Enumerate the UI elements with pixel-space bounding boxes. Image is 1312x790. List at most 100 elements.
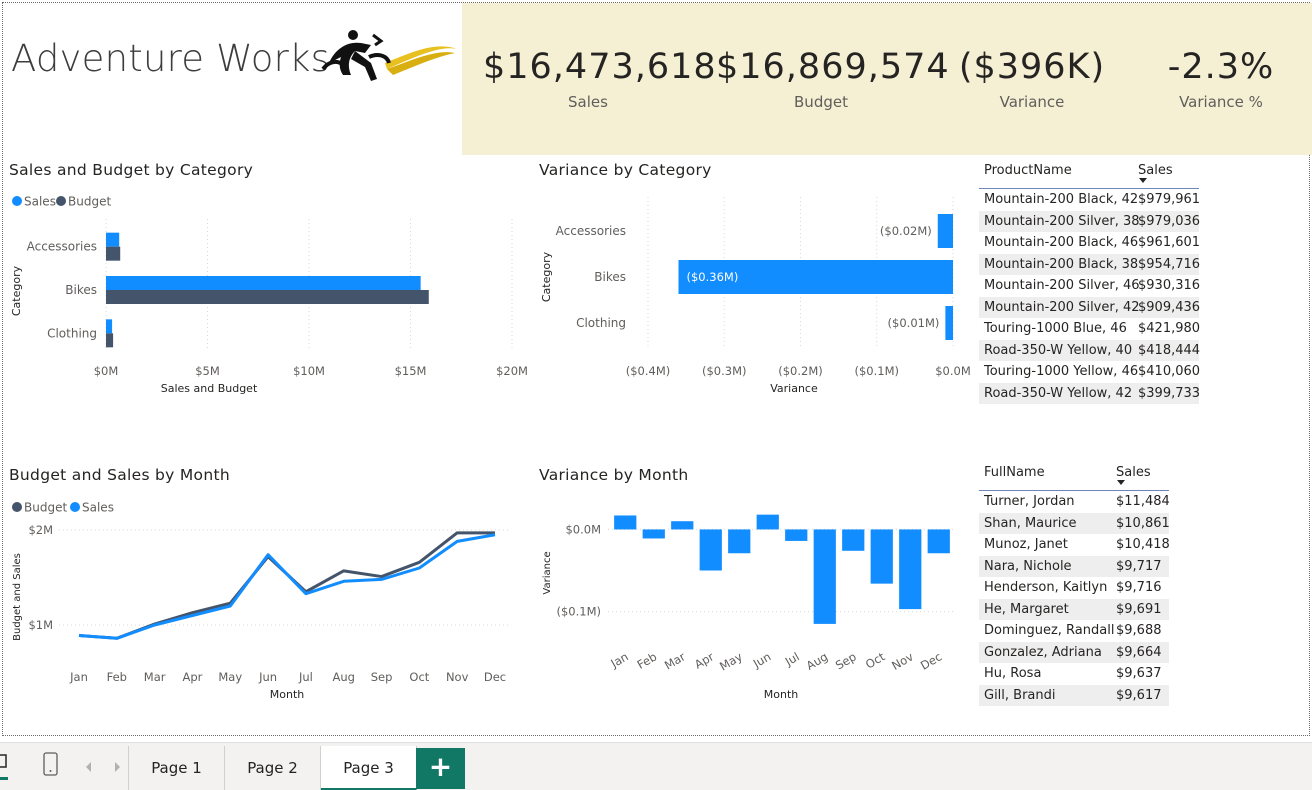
legend-label-sales: Sales [24,195,56,209]
table-row[interactable]: Gill, Brandi $9,617 [979,684,1169,706]
chart-budget-sales-by-month[interactable]: Budget Sales $1M $2M Budget and Sales Jan Feb M… [3,493,533,708]
table-row[interactable]: Turner, Jordan $11,484 [979,491,1170,513]
kpi-variance[interactable]: ($396K) Variance [927,47,1137,111]
x-tick-label: May [717,649,745,673]
table-row[interactable]: Dominguez, Randall $9,688 [979,620,1169,642]
page-navigation-bar: Page 1 Page 2 Page 3 + [0,742,1312,790]
table-row[interactable]: Mountain-200 Black, 46 $961,601 [979,232,1201,254]
table-row[interactable]: Road-350-W Yellow, 42 $399,733 [979,382,1200,404]
data-label: ($0.36M) [687,270,739,284]
table-header: FullName Sales [979,459,1169,491]
desktop-view-icon[interactable] [0,753,12,781]
table-row[interactable]: Mountain-200 Silver, 46 $930,316 [979,275,1201,297]
kpi-budget[interactable]: $16,869,574 Budget [716,47,950,111]
cell-sales: $979,036 [1138,213,1201,229]
table-row[interactable]: Road-350-W Yellow, 40 $418,444 [979,339,1201,361]
cell-sales: $961,601 [1138,235,1201,251]
x-tick-label: Mar [144,670,166,684]
chevron-left-icon[interactable] [84,761,94,773]
bar-variance-jul [785,529,808,541]
table-row[interactable]: Nara, Nichole $9,717 [979,555,1169,577]
legend-label-budget: Budget [24,501,67,515]
table-row[interactable]: He, Margaret $9,691 [979,598,1169,620]
x-axis-title: Sales and Budget [161,382,258,395]
bar-sales-clothing [106,319,113,334]
cell-sales: $930,316 [1138,278,1201,294]
cell-sales: $9,637 [1116,666,1162,682]
table-row[interactable]: Mountain-200 Black, 38 $954,716 [979,253,1200,275]
report-canvas: Adventure Works $16,473,618 Sales $16,86… [2,2,1312,736]
chart-variance-by-category[interactable]: ($0.4M) ($0.3M) ($0.2M) ($0.1M) $0.0M Varianc… [533,189,973,409]
tab-page-2[interactable]: Page 2 [225,746,321,790]
cell-sales: $418,444 [1138,342,1201,358]
cell-sales: $9,716 [1116,580,1162,596]
cell-sales: $11,484 [1116,494,1170,510]
y-axis-title: Category [10,265,23,316]
bar-sales-bikes [106,276,421,290]
legend-marker-budget [12,502,22,512]
x-tick-label: Dec [484,670,506,684]
bar-variance-accessories [937,214,953,248]
mobile-view-icon[interactable] [42,751,60,779]
customers-table[interactable]: FullName Sales Turner, Jordan $11,484 Shan… [979,459,1170,706]
kpi-value: ($396K) [958,47,1106,87]
x-tick-label: Aug [804,649,830,672]
x-axis-title: Month [764,688,799,701]
column-header-sales[interactable]: Sales [1133,157,1199,188]
cell-sales: $410,060 [1138,364,1201,380]
chevron-right-icon[interactable] [112,761,122,773]
bar-variance-aug [813,529,836,624]
table-row[interactable]: Henderson, Kaitlyn $9,716 [979,577,1169,599]
table-row[interactable]: Mountain-200 Silver, 42 $909,436 [979,296,1200,318]
cell-name: Mountain-200 Black, 38 [984,256,1139,272]
cell-name: He, Margaret [984,601,1069,617]
tab-page-1[interactable]: Page 1 [129,746,225,790]
x-tick-label: Dec [918,649,944,672]
x-tick-label: Sep [833,649,859,672]
legend-label-sales: Sales [82,501,114,515]
table-row[interactable]: Hu, Rosa $9,637 [979,663,1169,685]
cell-sales: $9,717 [1116,558,1162,574]
y-tick-label: Clothing [576,316,626,330]
table-row[interactable]: Munoz, Janet $10,418 [979,534,1170,556]
x-tick-label: $5M [195,364,220,378]
x-tick-label: Jul [298,670,313,684]
table-row[interactable]: Touring-1000 Yellow, 46 $410,060 [979,361,1201,383]
table-row[interactable]: Touring-1000 Blue, 46 $421,980 [979,318,1201,340]
y-tick-label: Clothing [47,326,97,340]
bar-variance-oct [870,529,893,584]
table-body: Mountain-200 Black, 42 $979,961 Mountain-2… [979,189,1201,404]
chart-title-variance-category: Variance by Category [539,161,712,179]
table-row[interactable]: Mountain-200 Silver, 38 $979,036 [979,210,1201,232]
column-header-sales[interactable]: Sales [1111,459,1169,490]
legend-marker-budget [56,196,66,206]
table-row[interactable]: Mountain-200 Black, 42 $979,961 [979,189,1201,211]
cell-name: Road-350-W Yellow, 42 [984,385,1133,401]
column-header-fullname[interactable]: FullName [979,459,1111,490]
column-header-label: Sales [1138,163,1173,178]
kpi-value: $16,869,574 [716,47,950,87]
cell-name: Touring-1000 Yellow, 46 [984,364,1139,380]
products-table[interactable]: ProductName Sales Mountain-200 Black, 42… [979,157,1201,404]
x-tick-label: $10M [293,364,325,378]
add-page-button[interactable]: + [416,748,465,789]
cell-sales: $979,961 [1138,192,1201,208]
table-row[interactable]: Shan, Maurice $10,861 [979,512,1170,534]
kpi-sales[interactable]: $16,473,618 Sales [483,47,716,111]
cell-name: Mountain-200 Silver, 42 [984,299,1140,315]
cell-sales: $421,980 [1138,321,1201,337]
bar-variance-nov [899,529,922,610]
chart-sales-budget-by-category[interactable]: Sales Budget $0M $5M $10M $15M $20M Sales and B… [3,189,533,409]
bar-variance-apr [699,529,722,571]
chart-variance-by-month[interactable]: $0.0M ($0.1M)Variance Jan Feb Mar Apr May Jun Ju… [533,493,973,708]
x-tick-label: Jan [69,670,88,684]
kpi-variance-percent[interactable]: -2.3% Variance % [1116,47,1312,111]
table-header: ProductName Sales [979,157,1199,189]
table-row[interactable]: Gonzalez, Adriana $9,664 [979,641,1169,663]
cell-name: Nara, Nichole [984,558,1072,574]
y-tick-label: $2M [28,523,53,537]
bar-variance-dec [927,529,950,554]
table-body: Turner, Jordan $11,484 Shan, Maurice $10,86… [979,491,1170,706]
tab-page-3[interactable]: Page 3 [321,746,417,790]
column-header-productname[interactable]: ProductName [979,157,1133,188]
